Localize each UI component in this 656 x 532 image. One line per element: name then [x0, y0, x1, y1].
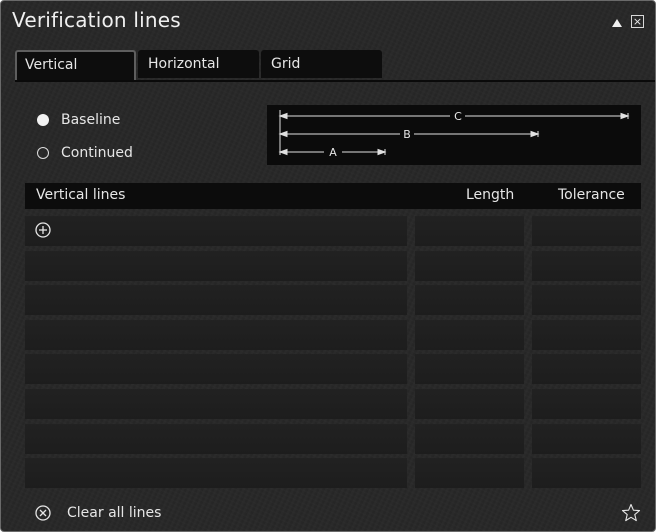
- cell-tolerance[interactable]: [532, 354, 641, 384]
- radio-unselected-icon: [37, 147, 49, 159]
- table-row[interactable]: [25, 354, 641, 384]
- clear-all-lines-button[interactable]: Clear all lines: [35, 504, 161, 522]
- cell-vertical-line[interactable]: [25, 251, 407, 281]
- table-row[interactable]: [25, 424, 641, 454]
- cell-vertical-line[interactable]: [25, 424, 407, 454]
- tab-vertical[interactable]: Vertical: [15, 50, 136, 80]
- diagram-label-a: A: [329, 146, 337, 159]
- diagram-label-b: B: [403, 128, 411, 141]
- cell-vertical-line[interactable]: [25, 320, 407, 350]
- cell-length[interactable]: [415, 389, 524, 419]
- radio-continued[interactable]: Continued: [37, 144, 133, 162]
- cell-tolerance[interactable]: [532, 320, 641, 350]
- radio-baseline-label: Baseline: [61, 112, 121, 128]
- cell-length[interactable]: [415, 216, 524, 246]
- cell-tolerance[interactable]: [532, 424, 641, 454]
- tab-horizontal[interactable]: Horizontal: [138, 50, 259, 78]
- x-circle-icon: [35, 505, 51, 521]
- table-row[interactable]: [25, 285, 641, 315]
- cell-tolerance[interactable]: [532, 389, 641, 419]
- table-row[interactable]: [25, 216, 641, 246]
- plus-circle-icon[interactable]: [35, 222, 51, 238]
- cell-tolerance[interactable]: [532, 285, 641, 315]
- cell-tolerance[interactable]: [532, 458, 641, 488]
- cell-vertical-line[interactable]: [25, 285, 407, 315]
- table-header: Vertical lines Length Tolerance: [25, 183, 641, 209]
- radio-continued-label: Continued: [61, 145, 133, 161]
- column-tolerance[interactable]: Tolerance: [558, 187, 625, 203]
- cell-length[interactable]: [415, 251, 524, 281]
- cell-length[interactable]: [415, 424, 524, 454]
- column-length[interactable]: Length: [466, 187, 514, 203]
- radio-baseline[interactable]: Baseline: [37, 111, 120, 129]
- clear-all-lines-label: Clear all lines: [67, 505, 162, 521]
- table-row[interactable]: [25, 320, 641, 350]
- radio-selected-icon: [37, 114, 49, 126]
- table-row[interactable]: [25, 389, 641, 419]
- tab-bar: Vertical Horizontal Grid: [15, 50, 655, 80]
- cell-vertical-line[interactable]: [25, 216, 407, 246]
- cell-tolerance[interactable]: [532, 251, 641, 281]
- cell-vertical-line[interactable]: [25, 458, 407, 488]
- diagram-label-c: C: [454, 110, 462, 123]
- panel-title: Verification lines: [12, 8, 181, 32]
- cell-length[interactable]: [415, 458, 524, 488]
- dimension-diagram-graphic: C B A: [278, 110, 630, 159]
- table-row[interactable]: [25, 251, 641, 281]
- cell-vertical-line[interactable]: [25, 389, 407, 419]
- cell-length[interactable]: [415, 354, 524, 384]
- close-icon[interactable]: ×: [631, 15, 644, 28]
- triangle-up-icon[interactable]: [612, 19, 622, 27]
- table-row[interactable]: [25, 458, 641, 488]
- tab-grid[interactable]: Grid: [261, 50, 382, 78]
- verification-lines-panel: Verification lines × Vertical Horizontal…: [0, 0, 656, 532]
- cell-vertical-line[interactable]: [25, 354, 407, 384]
- star-outline-icon[interactable]: [621, 503, 641, 523]
- cell-length[interactable]: [415, 320, 524, 350]
- column-vertical-lines: Vertical lines: [36, 187, 126, 203]
- dimension-diagram: C B A: [267, 105, 641, 165]
- cell-length[interactable]: [415, 285, 524, 315]
- cell-tolerance[interactable]: [532, 216, 641, 246]
- tab-bar-divider: [15, 80, 655, 82]
